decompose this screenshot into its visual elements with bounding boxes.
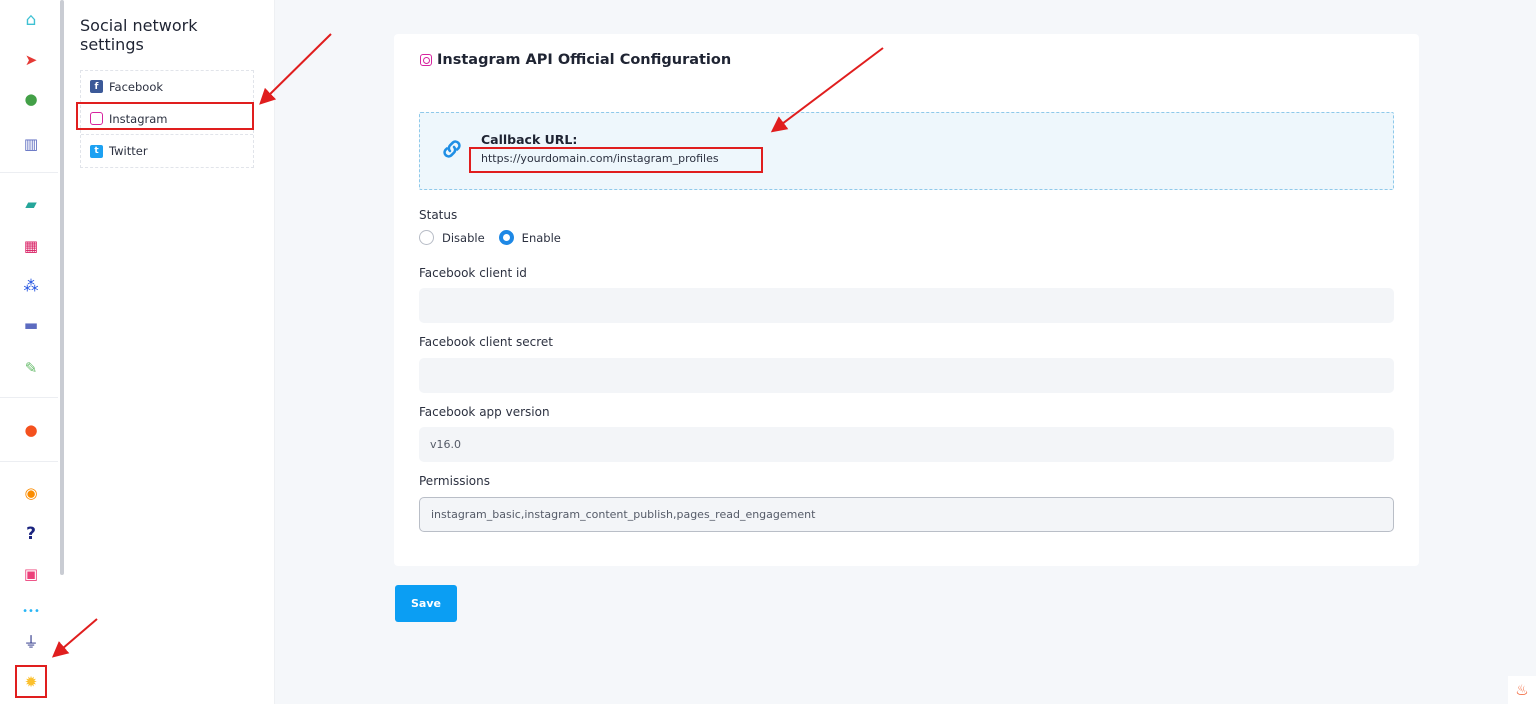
icon-rail: ⌂ ➤ ● ▥ ▰ ▦ ⁂ ▬ ✎ ● ◉ ? ▣ ••• ⏚ ✹ <box>0 0 64 704</box>
page-title: Instagram API Official Configuration <box>420 52 731 68</box>
callback-url-highlight-box <box>469 147 763 173</box>
rocket-icon[interactable]: ● <box>20 88 42 110</box>
document-edit-icon[interactable]: ▰ <box>20 193 42 215</box>
rail-divider <box>0 397 58 398</box>
calendar-icon[interactable]: ▦ <box>20 235 42 257</box>
status-radio-group: Disable Enable <box>419 230 575 245</box>
save-button[interactable]: Save <box>395 585 457 622</box>
status-disable-radio[interactable] <box>419 230 434 245</box>
status-disable-label[interactable]: Disable <box>442 231 485 245</box>
help-icon[interactable]: ? <box>20 523 42 545</box>
page-title-text: Instagram API Official Configuration <box>437 52 732 68</box>
app-version-input[interactable] <box>419 427 1394 462</box>
network-item-facebook[interactable]: f Facebook <box>81 71 253 103</box>
permissions-input[interactable] <box>419 497 1394 532</box>
client-id-input[interactable] <box>419 288 1394 323</box>
client-id-label: Facebook client id <box>419 266 527 280</box>
network-item-label: Twitter <box>109 144 148 158</box>
link-icon <box>440 137 464 161</box>
panel-title: Social network settings <box>80 16 198 54</box>
share-icon[interactable]: ⁂ <box>20 275 42 297</box>
instagram-highlight-box <box>76 102 254 130</box>
settings-gear-icon[interactable]: ✹ <box>25 673 38 691</box>
settings-highlight-box: ✹ <box>15 665 47 698</box>
user-shield-icon[interactable]: ● <box>20 419 42 441</box>
magic-pen-icon[interactable]: ✎ <box>20 357 42 379</box>
folder-icon[interactable]: ▬ <box>20 314 42 336</box>
status-enable-radio[interactable] <box>498 230 514 245</box>
permissions-label: Permissions <box>419 474 490 488</box>
plug-icon[interactable]: ⏚ <box>20 630 42 652</box>
dots-icon[interactable]: ••• <box>20 600 42 622</box>
facebook-icon: f <box>90 80 103 93</box>
id-card-icon[interactable]: ▣ <box>20 563 42 585</box>
analytics-icon[interactable]: ▥ <box>20 133 42 155</box>
client-secret-input[interactable] <box>419 358 1394 393</box>
home-icon[interactable]: ⌂ <box>20 9 42 31</box>
client-secret-label: Facebook client secret <box>419 335 553 349</box>
rss-icon[interactable]: ◉ <box>20 482 42 504</box>
status-enable-label[interactable]: Enable <box>522 231 561 245</box>
flame-icon[interactable]: ♨ <box>1508 676 1536 704</box>
app-version-label: Facebook app version <box>419 405 550 419</box>
status-label: Status <box>419 208 458 222</box>
send-icon[interactable]: ➤ <box>20 49 42 71</box>
twitter-icon: t <box>90 144 103 158</box>
rail-divider <box>0 461 58 462</box>
network-item-label: Facebook <box>109 79 164 94</box>
callback-url-label: Callback URL: <box>481 132 578 147</box>
network-item-twitter[interactable]: t Twitter <box>81 135 253 167</box>
rail-divider <box>0 172 58 173</box>
instagram-icon <box>420 54 432 66</box>
